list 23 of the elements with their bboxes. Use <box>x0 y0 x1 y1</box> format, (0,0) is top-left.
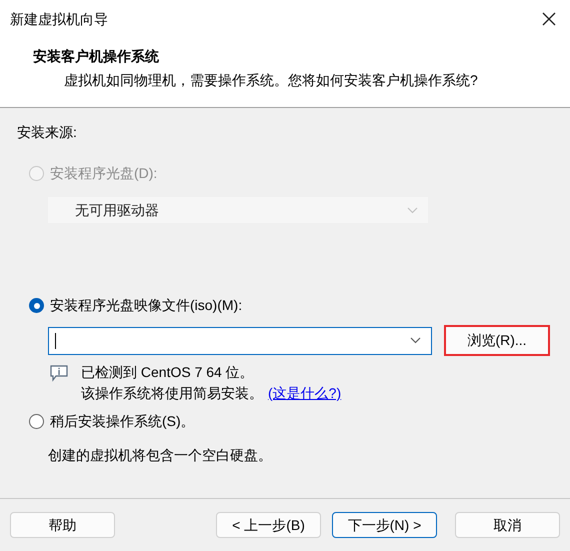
radio-button[interactable] <box>29 414 44 429</box>
iso-path-field[interactable] <box>48 326 432 354</box>
what-is-this-link[interactable]: (这是什么?) <box>268 383 342 404</box>
chevron-down-icon <box>410 337 421 344</box>
radio-label: 稍后安装操作系统(S)。 <box>50 412 195 431</box>
header-title: 安装客户机操作系统 <box>33 47 160 66</box>
easy-install-text: 该操作系统将使用简易安装。 <box>81 384 263 403</box>
dialog-button[interactable]: 取消 <box>455 512 560 538</box>
dialog-button[interactable]: < 上一步(B) <box>216 512 321 538</box>
header-subtitle: 虚拟机如同物理机，需要操作系统。您将如何安装客户机操作系统? <box>64 71 479 90</box>
browse-button[interactable]: 浏览(R)... <box>444 325 550 356</box>
detected-os-text: 已检测到 CentOS 7 64 位。 <box>81 363 255 382</box>
blank-disk-text: 创建的虚拟机将包含一个空白硬盘。 <box>48 446 273 465</box>
chevron-down-icon <box>407 206 418 214</box>
dialog-button[interactable]: 帮助 <box>10 512 115 538</box>
radio-button[interactable] <box>29 298 44 313</box>
dialog-button[interactable]: 下一步(N) > <box>332 512 437 538</box>
radio-label: 安装程序光盘(D): <box>50 164 158 183</box>
radio-label: 安装程序光盘映像文件(iso)(M): <box>50 296 242 315</box>
window-title: 新建虚拟机向导 <box>10 10 108 28</box>
info-icon <box>50 365 68 382</box>
source-label: 安装来源: <box>17 123 78 142</box>
close-icon[interactable] <box>542 12 556 26</box>
